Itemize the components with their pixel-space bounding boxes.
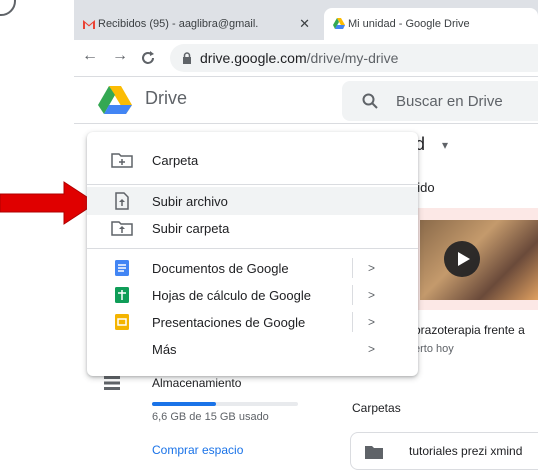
storage-icon (104, 376, 120, 390)
url-host: drive.google.com (200, 50, 307, 66)
menu-item-label: Carpeta (152, 152, 199, 168)
chevron-right-icon[interactable]: > (368, 342, 375, 356)
storage-bar-fill (152, 402, 216, 406)
back-icon[interactable]: ← (82, 47, 98, 65)
google-sheets-icon (115, 287, 129, 303)
menu-item-label: Hojas de cálculo de Google (152, 287, 311, 303)
chevron-right-icon[interactable]: > (368, 315, 375, 329)
tab-drive[interactable]: Mi unidad - Google Drive (324, 8, 538, 40)
lock-icon (183, 52, 191, 64)
chevron-right-icon[interactable]: > (368, 261, 375, 275)
close-icon[interactable]: ✕ (299, 16, 310, 32)
menu-item-google-docs[interactable]: Documentos de Google > (87, 254, 418, 282)
url-path: /drive/my-drive (306, 50, 399, 66)
menu-divider (87, 184, 418, 185)
menu-separator (352, 312, 353, 332)
google-slides-icon (115, 314, 129, 330)
storage-used-text: 6,6 GB de 15 GB usado (152, 411, 269, 423)
drive-header: Drive Buscar en Drive (74, 77, 538, 123)
play-icon[interactable] (444, 241, 480, 277)
search-icon[interactable] (362, 93, 378, 109)
tab-title: Recibidos (95) - aaglibra@gmail. (98, 18, 259, 30)
menu-separator (352, 285, 353, 305)
file-title[interactable]: orazoterapia frente a (414, 323, 525, 337)
menu-item-label: Presentaciones de Google (152, 314, 306, 330)
annotation-circle (0, 0, 16, 16)
browser-tab-bar: Recibidos (95) - aaglibra@gmail. ✕ Mi un… (74, 0, 538, 40)
menu-divider (87, 248, 418, 249)
annotation-arrow (0, 181, 97, 225)
new-item-menu: Carpeta Subir archivo Subir carpeta Docu… (87, 132, 418, 376)
folder-upload-icon (111, 221, 133, 236)
drive-icon (333, 18, 345, 29)
google-docs-icon (115, 260, 129, 276)
menu-item-label: Más (152, 341, 177, 357)
menu-item-label: Documentos de Google (152, 260, 289, 276)
menu-separator (352, 258, 353, 278)
tab-title: Mi unidad - Google Drive (348, 18, 470, 30)
menu-item-upload-file[interactable]: Subir archivo (87, 187, 418, 215)
menu-item-label: Subir archivo (152, 193, 228, 209)
search-placeholder: Buscar en Drive (396, 92, 503, 110)
tab-gmail[interactable]: Recibidos (95) - aaglibra@gmail. ✕ (74, 8, 318, 40)
app-title: Drive (145, 88, 188, 108)
folders-section-title: Carpetas (352, 401, 401, 415)
folder-name: tutoriales prezi xmind (409, 444, 523, 458)
folder-card[interactable]: tutoriales prezi xmind (350, 432, 538, 470)
chevron-right-icon[interactable]: > (368, 288, 375, 302)
buy-storage-link[interactable]: Comprar espacio (152, 443, 243, 457)
menu-item-google-slides[interactable]: Presentaciones de Google > (87, 308, 418, 336)
menu-item-more[interactable]: Más > (87, 335, 418, 363)
header-divider (74, 123, 538, 124)
reload-icon[interactable] (140, 50, 156, 66)
menu-item-google-sheets[interactable]: Hojas de cálculo de Google > (87, 281, 418, 309)
new-folder-icon (111, 153, 133, 168)
caret-down-icon[interactable]: ▾ (442, 138, 448, 152)
gmail-icon (83, 20, 95, 29)
menu-item-upload-folder[interactable]: Subir carpeta (87, 214, 418, 242)
drive-logo-icon[interactable] (98, 85, 132, 115)
menu-item-label: Subir carpeta (152, 220, 230, 236)
file-subtitle: erto hoy (414, 343, 454, 355)
menu-item-folder[interactable]: Carpeta (87, 146, 418, 174)
url-input[interactable]: drive.google.com/drive/my-drive (170, 44, 538, 72)
file-upload-icon (115, 192, 129, 210)
forward-icon[interactable]: → (112, 47, 128, 65)
storage-label[interactable]: Almacenamiento (152, 376, 241, 390)
address-bar: ← → drive.google.com/drive/my-drive (74, 40, 538, 77)
folder-icon (365, 446, 383, 459)
search-input[interactable]: Buscar en Drive (342, 81, 538, 121)
